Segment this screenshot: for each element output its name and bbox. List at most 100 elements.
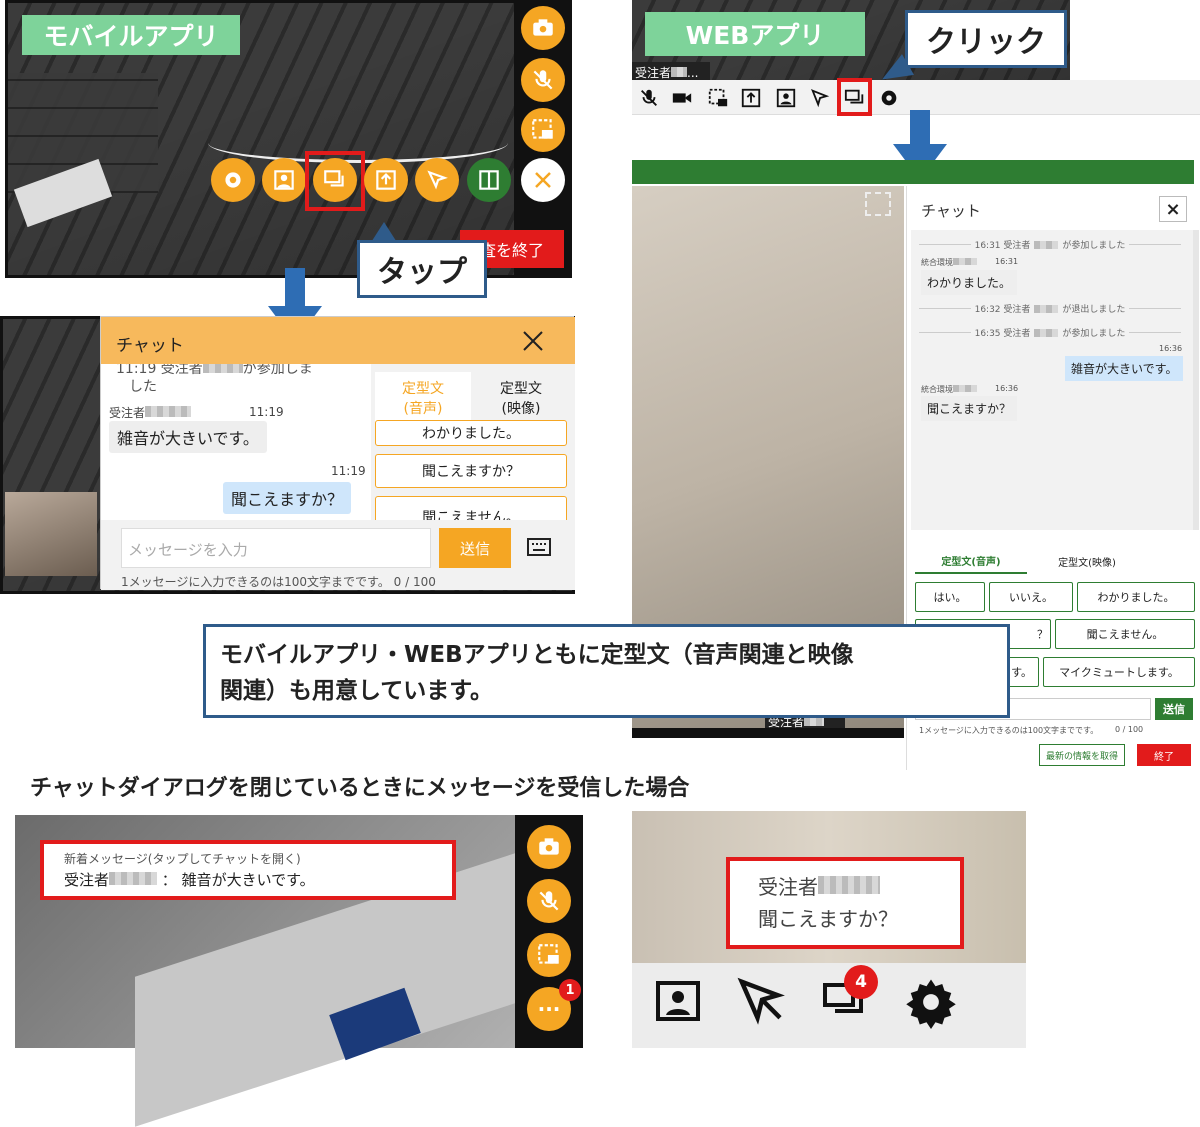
screenshot-button[interactable] — [527, 933, 571, 977]
upload-button[interactable] — [364, 158, 408, 202]
message-time: 11:19 — [249, 405, 284, 419]
mobile-chat-header: チャット — [101, 317, 575, 364]
web-video-bottom-bar — [632, 728, 904, 738]
gear-icon[interactable] — [904, 975, 958, 1029]
mobile-chat-input-area: メッセージを入力 送信 1メッセージに入力できるのは100文字までです。 0 /… — [101, 520, 575, 590]
tab-voice-templates[interactable]: 定型文 (音声) — [375, 372, 471, 426]
redacted-name — [818, 876, 880, 894]
unread-badge: 4 — [844, 965, 878, 999]
mobile-chat-close-button[interactable] — [521, 329, 545, 353]
sender-name: 統合環境 — [921, 258, 953, 267]
more-icon: ··· — [537, 997, 561, 1021]
upload-icon[interactable] — [740, 87, 762, 109]
web-chat-title: チャット — [921, 202, 981, 220]
refresh-button[interactable]: 最新の情報を取得 — [1039, 744, 1125, 766]
notification-text: 聞こえますか？ — [758, 907, 898, 931]
web-chat-close-button[interactable]: × — [1159, 196, 1187, 222]
web-chat-messages: 16:31 受注者 が参加しました 統合環境 16:31 わかりました。 16:3… — [911, 230, 1193, 530]
area-capture-icon[interactable] — [706, 87, 730, 109]
tab-video-templates[interactable]: 定型文 (映像) — [473, 372, 569, 426]
template-item[interactable]: わかりました。 — [375, 420, 567, 446]
section-heading: チャットダイアログを閉じているときにメッセージを受信した場合 — [30, 776, 690, 801]
pointer-button[interactable] — [415, 158, 459, 202]
web-tab-video[interactable]: 定型文(映像) — [1031, 548, 1143, 574]
cursor-icon[interactable] — [809, 87, 831, 109]
template-item[interactable]: マイクミュートします。 — [1043, 657, 1195, 687]
ellipsis: ... — [687, 66, 699, 80]
area-capture-icon — [532, 119, 553, 139]
portrait-icon[interactable] — [652, 977, 704, 1025]
template-item[interactable]: 聞こえません。 — [375, 496, 567, 520]
web-notify-toolbar: 4 — [632, 963, 1026, 1048]
mic-mute-button[interactable] — [527, 879, 571, 923]
message-bubble-self: 雑音が大きいです。 — [1065, 356, 1184, 381]
camera-switch-button[interactable] — [521, 6, 565, 50]
web-char-limit-hint: 1メッセージに入力できるのは100文字までです。 — [919, 726, 1099, 735]
web-user-label: 受注者... — [632, 62, 710, 80]
cursor-icon[interactable] — [732, 975, 792, 1029]
mobile-notification-toast[interactable]: 新着メッセージ(タップしてチャットを開く) 受注者 ： 雑音が大きいです。 — [40, 840, 456, 900]
keyboard-button[interactable] — [527, 538, 551, 560]
system-text: 16:35 受注者 — [974, 329, 1031, 339]
layout-button[interactable] — [467, 158, 511, 202]
web-notification-toast[interactable]: 受注者 聞こえますか？ — [726, 857, 964, 949]
camera-switch-button[interactable] — [527, 825, 571, 869]
send-button[interactable]: 送信 — [439, 528, 511, 568]
mic-mute-button[interactable] — [521, 58, 565, 102]
click-callout: クリック — [905, 10, 1067, 68]
mobile-template-panel: 定型文 (音声) 定型文 (映像) わかりました。 聞こえますか？ 聞こえません… — [371, 364, 575, 520]
message-bubble-self: 聞こえますか？ — [223, 482, 352, 514]
template-item[interactable]: はい。 — [915, 582, 985, 612]
redacted-name — [953, 258, 977, 265]
system-text: 16:32 受注者 — [974, 305, 1031, 315]
message-bubble: 聞こえますか？ — [921, 396, 1018, 421]
sender-name: 統合環境 — [921, 385, 953, 394]
tab-label: 定型文 — [402, 381, 444, 397]
notification-text: 雑音が大きいです。 — [181, 871, 315, 889]
system-text: が参加しました — [1062, 241, 1126, 251]
template-item[interactable]: わかりました。 — [1077, 582, 1195, 612]
gear-icon[interactable] — [878, 87, 900, 109]
message-sender: 受注者 — [109, 404, 192, 421]
web-send-button[interactable]: 送信 — [1155, 698, 1193, 720]
system-message: 16:35 受注者 が参加しました — [919, 326, 1182, 339]
message-bubble: 雑音が大きいです。 — [109, 421, 267, 453]
redacted-name — [804, 717, 825, 726]
template-item[interactable]: いいえ。 — [989, 582, 1073, 612]
cursor-icon — [427, 170, 448, 190]
mic-off-icon[interactable] — [638, 87, 660, 109]
redacted-name — [145, 406, 192, 417]
settings-button[interactable] — [211, 158, 255, 202]
layout-icon — [479, 170, 499, 190]
web-tab-voice[interactable]: 定型文(音声) — [915, 548, 1027, 574]
mobile-chat-dialog: チャット 11:19 受注者 が参加しま した 受注者 11:19 雑音が大きいで… — [100, 316, 575, 590]
callout-line: 関連）も用意しています。 — [220, 678, 494, 704]
redacted-name — [953, 385, 977, 392]
sender-name: 受注者 — [64, 871, 110, 889]
message-sender: 統合環境 — [921, 257, 977, 268]
web-chat-button-highlight — [837, 78, 872, 116]
close-menu-button[interactable] — [521, 158, 565, 202]
web-chat-scrollbar[interactable] — [1193, 230, 1199, 530]
image-button[interactable] — [262, 158, 306, 202]
user-name: 受注者 — [635, 66, 672, 80]
video-camera-icon[interactable] — [670, 87, 694, 109]
portrait-icon[interactable] — [775, 87, 797, 109]
template-item[interactable]: 聞こえません。 — [1055, 619, 1195, 649]
redacted-name — [1034, 328, 1059, 337]
message-input[interactable]: メッセージを入力 — [121, 528, 431, 568]
system-message: 16:32 受注者 が退出しました — [919, 302, 1182, 315]
close-icon — [535, 172, 551, 188]
char-limit-hint: 1メッセージに入力できるのは100文字までです。 0 / 100 — [121, 575, 436, 589]
camera-switch-icon — [533, 19, 553, 36]
screenshot-button[interactable] — [521, 108, 565, 152]
tap-callout: タップ — [357, 240, 487, 298]
web-end-button[interactable]: 終了 — [1137, 744, 1191, 766]
mobile-chat-messages: 11:19 受注者 が参加しま した 受注者 11:19 雑音が大きいです。 11… — [101, 364, 371, 520]
keyboard-icon — [527, 538, 551, 556]
system-message-tail: した — [129, 379, 157, 395]
mobile-chat-title: チャット — [116, 336, 184, 356]
template-item[interactable]: 聞こえますか？ — [375, 454, 567, 488]
expand-icon[interactable] — [865, 192, 891, 216]
redacted-name — [202, 364, 243, 373]
